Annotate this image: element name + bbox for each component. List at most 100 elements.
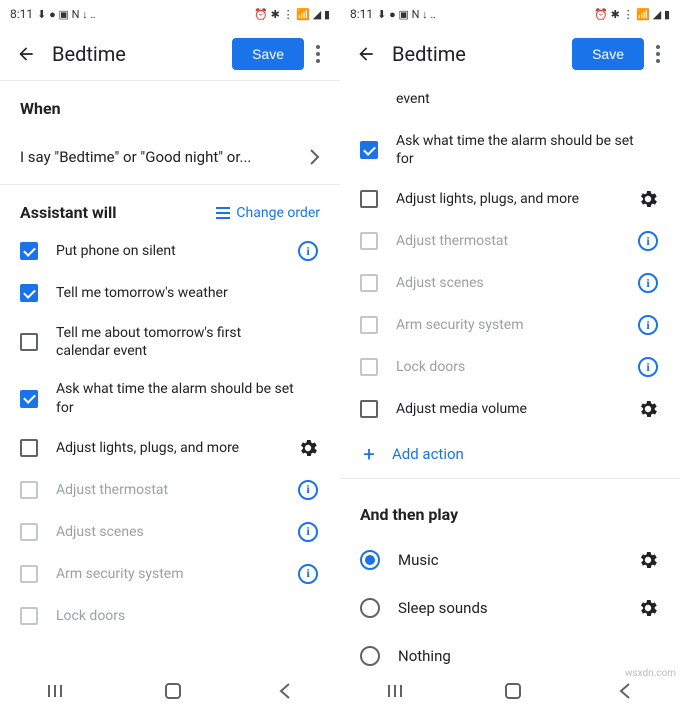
checkbox[interactable] xyxy=(360,232,378,250)
save-button[interactable]: Save xyxy=(232,38,304,70)
nav-recents[interactable] xyxy=(48,684,68,698)
nav-home[interactable] xyxy=(164,682,182,700)
checkbox[interactable] xyxy=(360,141,378,159)
gear-icon[interactable] xyxy=(296,437,320,459)
play-section-title: And then play xyxy=(340,479,680,536)
checkbox[interactable] xyxy=(20,565,38,583)
gear-icon[interactable] xyxy=(636,188,660,210)
add-action-label: Add action xyxy=(392,445,464,463)
action-label: Adjust media volume xyxy=(396,400,636,418)
status-icons-right: ⏰ ✱ ⋮ 📶 ◢ ▮ xyxy=(594,8,670,21)
info-button[interactable]: i xyxy=(636,273,660,293)
overflow-menu[interactable] xyxy=(304,37,332,71)
play-option-label: Music xyxy=(398,551,636,569)
assistant-header: Assistant will Change order xyxy=(0,185,340,230)
info-icon[interactable]: i xyxy=(298,241,318,261)
chevron-right-icon xyxy=(310,149,320,165)
info-button[interactable]: i xyxy=(636,231,660,251)
action-label: Lock doors xyxy=(396,358,636,376)
when-title: When xyxy=(0,81,340,130)
save-button[interactable]: Save xyxy=(572,38,644,70)
gear-icon[interactable] xyxy=(636,597,660,619)
action-label: Tell me tomorrow's weather xyxy=(56,284,296,302)
assistant-title: Assistant will xyxy=(20,203,216,222)
action-row: Adjust scenesi xyxy=(340,262,680,304)
nav-recents[interactable] xyxy=(388,684,408,698)
action-label: Tell me about tomorrow's first calendar … xyxy=(56,324,296,360)
info-icon[interactable]: i xyxy=(298,564,318,584)
info-icon[interactable]: i xyxy=(638,357,658,377)
action-row: Tell me about tomorrow's first calendar … xyxy=(0,314,340,370)
checkbox[interactable] xyxy=(20,242,38,260)
info-button[interactable]: i xyxy=(636,357,660,377)
left-screen: 8:11 ⬇ ● ▣ N ↓ ‥ ⏰ ✱ ⋮ 📶 ◢ ▮ Bedtime Sav… xyxy=(0,0,340,711)
change-order-label: Change order xyxy=(236,205,320,221)
action-label: event xyxy=(396,90,660,108)
checkbox[interactable] xyxy=(20,607,38,625)
checkbox[interactable] xyxy=(20,333,38,351)
action-row: Lock doors xyxy=(0,595,340,637)
play-option-row: Nothing xyxy=(340,632,680,671)
info-button[interactable]: i xyxy=(636,315,660,335)
nav-back[interactable] xyxy=(618,682,632,700)
gear-icon[interactable] xyxy=(636,549,660,571)
info-icon[interactable]: i xyxy=(638,231,658,251)
checkbox[interactable] xyxy=(20,390,38,408)
action-label: Ask what time the alarm should be set fo… xyxy=(56,380,296,416)
info-button[interactable]: i xyxy=(296,241,320,261)
system-nav xyxy=(0,671,340,711)
watermark: wsxdn.com xyxy=(625,668,676,679)
action-label: Adjust lights, plugs, and more xyxy=(56,439,296,457)
status-time: 8:11 xyxy=(10,7,33,21)
nav-home[interactable] xyxy=(504,682,522,700)
gear-icon[interactable] xyxy=(636,398,660,420)
action-label: Lock doors xyxy=(56,607,296,625)
status-icons-right: ⏰ ✱ ⋮ 📶 ◢ ▮ xyxy=(254,8,330,21)
checkbox[interactable] xyxy=(360,274,378,292)
action-label: Adjust scenes xyxy=(396,274,636,292)
radio-button[interactable] xyxy=(360,550,380,570)
checkbox[interactable] xyxy=(360,400,378,418)
nav-back[interactable] xyxy=(278,682,292,700)
back-button[interactable] xyxy=(348,36,384,72)
info-icon[interactable]: i xyxy=(638,315,658,335)
status-icons-left: ⬇ ● ▣ N ↓ ‥ xyxy=(377,8,435,21)
info-button[interactable]: i xyxy=(296,522,320,542)
trigger-row[interactable]: I say "Bedtime" or "Good night" or... xyxy=(0,130,340,184)
status-time: 8:11 xyxy=(350,7,373,21)
info-icon[interactable]: i xyxy=(298,480,318,500)
action-row: Ask what time the alarm should be set fo… xyxy=(340,122,680,178)
page-title: Bedtime xyxy=(392,42,466,66)
info-button[interactable]: i xyxy=(296,480,320,500)
action-row: Adjust thermostati xyxy=(0,469,340,511)
checkbox[interactable] xyxy=(20,481,38,499)
change-order-button[interactable]: Change order xyxy=(216,205,320,221)
play-option-label: Sleep sounds xyxy=(398,599,636,617)
checkbox[interactable] xyxy=(360,316,378,334)
checkbox[interactable] xyxy=(20,284,38,302)
content-left: When I say "Bedtime" or "Good night" or.… xyxy=(0,81,340,672)
checkbox[interactable] xyxy=(20,523,38,541)
overflow-menu[interactable] xyxy=(644,37,672,71)
radio-button[interactable] xyxy=(360,598,380,618)
add-action-button[interactable]: + Add action xyxy=(340,430,680,478)
checkbox[interactable] xyxy=(360,190,378,208)
action-row: Ask what time the alarm should be set fo… xyxy=(0,370,340,426)
action-row: Lock doorsi xyxy=(340,346,680,388)
action-row-partial: event xyxy=(340,80,680,122)
info-icon[interactable]: i xyxy=(638,273,658,293)
checkbox[interactable] xyxy=(360,358,378,376)
status-bar: 8:11 ⬇ ● ▣ N ↓ ‥ ⏰ ✱ ⋮ 📶 ◢ ▮ xyxy=(0,0,340,28)
info-button[interactable]: i xyxy=(296,564,320,584)
radio-button[interactable] xyxy=(360,646,380,666)
app-bar: Bedtime Save xyxy=(0,28,340,80)
action-row: Adjust lights, plugs, and more xyxy=(0,427,340,469)
action-row: Adjust thermostati xyxy=(340,220,680,262)
back-button[interactable] xyxy=(8,36,44,72)
action-label: Adjust thermostat xyxy=(396,232,636,250)
checkbox[interactable] xyxy=(20,439,38,457)
page-title: Bedtime xyxy=(52,42,126,66)
content-right: event Ask what time the alarm should be … xyxy=(340,80,680,671)
info-icon[interactable]: i xyxy=(298,522,318,542)
action-row: Adjust lights, plugs, and more xyxy=(340,178,680,220)
